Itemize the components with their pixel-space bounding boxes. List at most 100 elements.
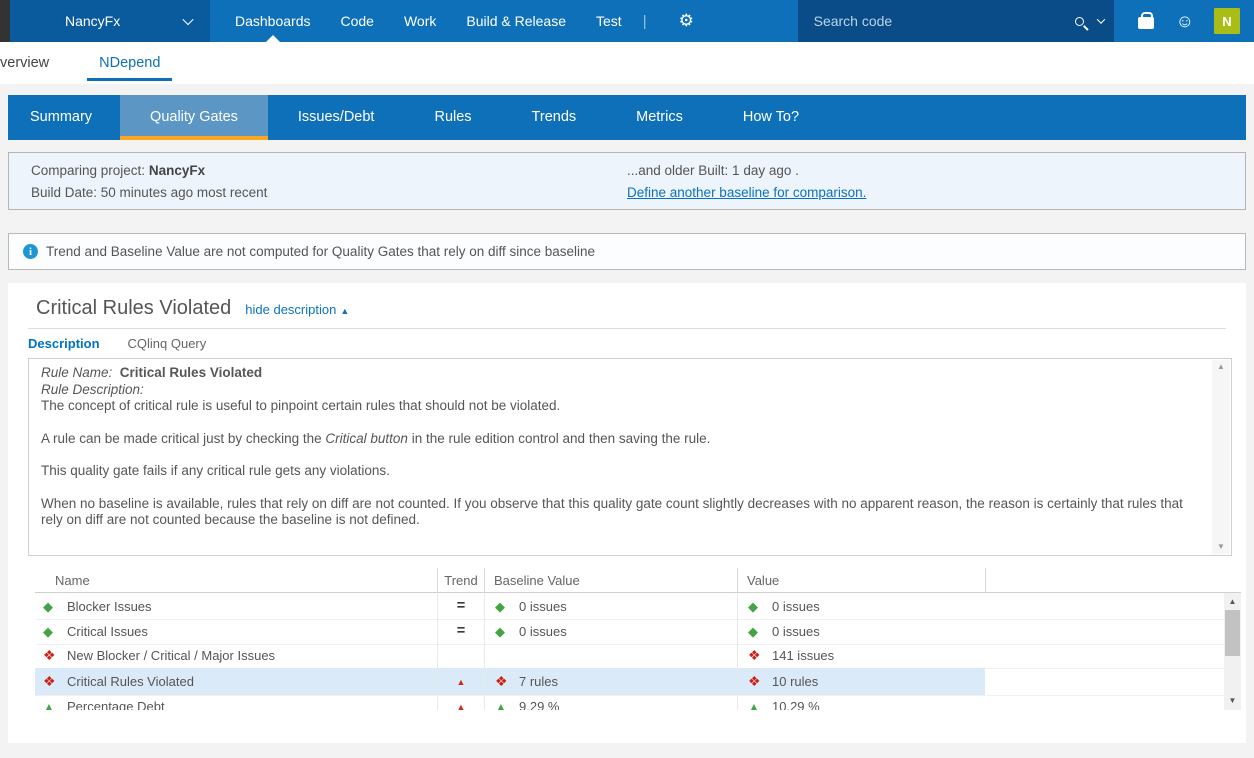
gate-name: New Blocker / Critical / Major Issues	[67, 643, 275, 668]
description-paragraph: This quality gate fails if any critical …	[41, 463, 1195, 480]
spacer	[0, 84, 1254, 95]
project-selector[interactable]: NancyFx	[10, 0, 210, 42]
tab-label: Rules	[434, 109, 471, 125]
gate-name: Blocker Issues	[67, 594, 152, 619]
trend-icon	[457, 598, 465, 613]
baseline-left-column: Comparing project: NancyFx Build Date: 5…	[9, 153, 627, 209]
rule-name-value: Critical Rules Violated	[120, 365, 262, 380]
tab-overview[interactable]: verview	[0, 42, 59, 84]
comparing-project-line: Comparing project: NancyFx	[31, 163, 627, 178]
description-paragraph: A rule can be made critical just by chec…	[41, 431, 1195, 448]
nav-item-label: Test	[596, 13, 622, 29]
gate-value: 0 issues	[772, 594, 820, 619]
gate-title: Critical Rules Violated	[36, 297, 231, 320]
hide-description-link[interactable]: hide description▲	[245, 302, 349, 317]
gate-value: 141 issues	[772, 643, 834, 668]
chevron-down-icon	[182, 14, 193, 25]
baseline-status-icon	[495, 619, 519, 644]
tab-label: Quality Gates	[150, 109, 238, 125]
value-status-icon	[748, 669, 772, 694]
marketplace-bag-icon[interactable]	[1138, 17, 1154, 29]
feedback-smiley-icon[interactable]: ☺	[1176, 12, 1194, 30]
search-box[interactable]	[798, 0, 1114, 42]
nav-item-code[interactable]: Code	[326, 0, 389, 42]
tab-quality-gates[interactable]: Quality Gates	[120, 95, 268, 140]
define-baseline-link[interactable]: Define another baseline for comparison.	[627, 185, 866, 200]
collapse-triangle-icon: ▲	[340, 306, 349, 316]
column-header-baseline: Baseline Value	[484, 568, 737, 593]
header-scrollbar-gap	[1224, 568, 1241, 593]
info-message-bar: i Trend and Baseline Value are not compu…	[8, 233, 1246, 270]
column-header-name: Name	[35, 568, 437, 593]
info-message: Trend and Baseline Value are not compute…	[46, 244, 595, 259]
search-input[interactable]	[814, 13, 1075, 29]
value-status-icon	[748, 594, 772, 619]
rule-name-line: Rule Name: Critical Rules Violated	[41, 365, 1195, 382]
baseline-status-icon	[495, 594, 519, 619]
top-nav-bar: NancyFx Dashboards Code Work Build & Rel…	[0, 0, 1254, 42]
text-segment: in the rule edition control and then sav…	[408, 431, 710, 446]
nav-item-test[interactable]: Test	[581, 0, 637, 42]
baseline-value: 0 issues	[519, 619, 567, 644]
rule-name-label: Rule Name:	[41, 365, 112, 380]
tab-label: Trends	[532, 109, 577, 125]
tab-how-to[interactable]: How To?	[713, 95, 829, 140]
tab-cqlinq-query[interactable]: CQlinq Query	[128, 336, 207, 351]
table-row[interactable]: New Blocker / Critical / Major Issues 14…	[35, 643, 1241, 668]
quality-gates-table: Name Trend Baseline Value Value Blocker …	[35, 568, 1241, 710]
gate-name: Critical Rules Violated	[67, 669, 194, 694]
baseline-value: 9.29 %	[519, 694, 559, 710]
scrollbar-thumb[interactable]	[1225, 610, 1240, 656]
table-scrollbar[interactable]: ▲ ▼	[1224, 593, 1241, 710]
tab-summary[interactable]: Summary	[8, 95, 120, 140]
tab-metrics[interactable]: Metrics	[606, 95, 713, 140]
trend-icon	[457, 673, 466, 688]
nav-item-build-release[interactable]: Build & Release	[451, 0, 581, 42]
trend-icon	[457, 623, 465, 638]
trend-icon	[457, 698, 466, 710]
gate-status-icon	[43, 619, 67, 644]
scroll-down-icon[interactable]: ▼	[1217, 543, 1225, 551]
tab-rules[interactable]: Rules	[404, 95, 501, 140]
tab-issues-debt[interactable]: Issues/Debt	[268, 95, 405, 140]
avatar[interactable]: N	[1214, 8, 1240, 34]
description-tabs: Description CQlinq Query	[8, 329, 1246, 351]
tab-ndepend[interactable]: NDepend	[87, 42, 172, 84]
nav-item-dashboards[interactable]: Dashboards	[220, 0, 326, 42]
table-row[interactable]: Percentage Debt 9.29 % 10.29 %	[35, 693, 1241, 710]
gate-status-icon	[43, 694, 67, 711]
gear-icon[interactable]: ⚙	[679, 11, 694, 31]
description-paragraph: When no baseline is available, rules tha…	[41, 496, 1195, 529]
tab-label: Summary	[30, 109, 92, 125]
scroll-down-icon[interactable]: ▼	[1224, 697, 1241, 705]
tab-description[interactable]: Description	[28, 336, 100, 351]
nav-item-label: Code	[341, 13, 374, 29]
info-icon: i	[23, 244, 38, 259]
search-scope-chevron-icon[interactable]	[1096, 15, 1104, 23]
table-row[interactable]: Critical Issues 0 issues 0 issues	[35, 618, 1241, 643]
tab-label: Metrics	[636, 109, 683, 125]
description-scrollbar[interactable]: ▲ ▼	[1212, 360, 1230, 554]
older-build-line: ...and older Built: 1 day ago .	[627, 163, 866, 178]
nav-item-label: Dashboards	[235, 13, 311, 29]
column-header-value: Value	[737, 568, 985, 593]
text-segment-italic: Critical button	[325, 431, 408, 446]
table-row[interactable]: Blocker Issues 0 issues 0 issues	[35, 593, 1241, 618]
value-status-icon	[748, 643, 772, 668]
project-name: NancyFx	[65, 13, 184, 29]
scroll-up-icon[interactable]: ▲	[1224, 598, 1241, 606]
search-icon[interactable]	[1075, 17, 1084, 26]
scroll-up-icon[interactable]: ▲	[1217, 363, 1225, 371]
nav-item-label: Work	[404, 13, 436, 29]
quality-gate-card: Critical Rules Violated hide description…	[8, 283, 1246, 743]
gate-name: Critical Issues	[67, 619, 148, 644]
comparing-label: Comparing project:	[31, 163, 145, 178]
hub-tabs-row: verview NDepend	[0, 42, 1254, 84]
corner-strip	[0, 0, 10, 42]
nav-item-work[interactable]: Work	[389, 0, 451, 42]
tab-trends[interactable]: Trends	[502, 95, 607, 140]
gate-value: 10 rules	[772, 669, 818, 694]
baseline-status-icon	[495, 694, 519, 711]
table-row-selected[interactable]: Critical Rules Violated 7 rules 10 rules	[35, 668, 1241, 693]
text-segment: A rule can be made critical just by chec…	[41, 431, 325, 446]
